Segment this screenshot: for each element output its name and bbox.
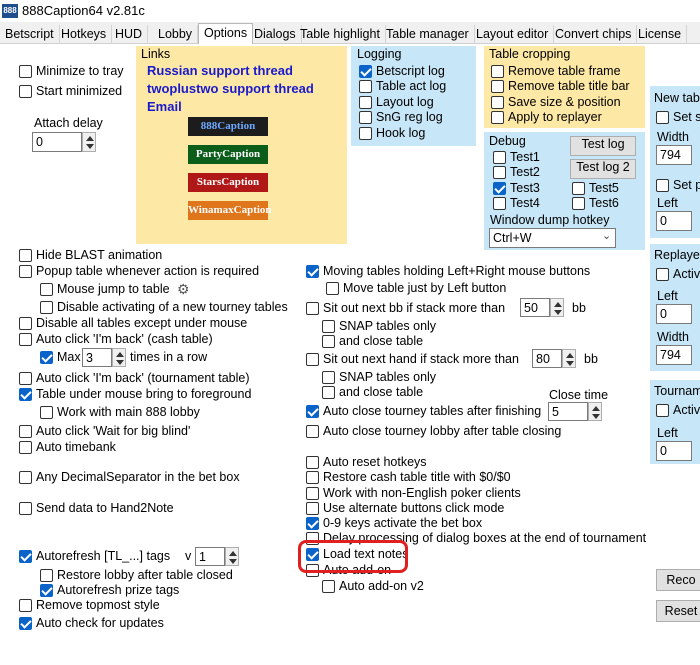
left-input[interactable]: 0 <box>656 211 692 231</box>
sit-out-bb-spinner[interactable] <box>550 298 564 317</box>
tab-convert-chips[interactable]: Convert chips <box>550 25 638 44</box>
replayer-left-label: Left <box>657 289 678 303</box>
attach-delay-spinner[interactable] <box>82 132 96 152</box>
attach-delay-input[interactable]: 0 <box>32 132 82 152</box>
russian-support-link[interactable]: Russian support thread <box>147 63 293 78</box>
twoplustwo-support-link[interactable]: twoplustwo support thread <box>147 81 314 96</box>
tournament-header: Tournam <box>654 384 700 398</box>
tab-table-highlight[interactable]: Table highlight <box>295 25 386 44</box>
bb-unit-label: bb <box>572 301 586 315</box>
tab-license[interactable]: License <box>633 25 688 44</box>
replayer-left-input[interactable]: 0 <box>656 304 692 324</box>
888caption-banner[interactable]: 888Caption <box>188 117 268 136</box>
tab-table-manager[interactable]: Table manager <box>381 25 475 44</box>
new-table-header: New tabl <box>654 91 700 105</box>
winamaxcaption-banner[interactable]: WinamaxCaption <box>188 201 272 220</box>
highlight-annotation <box>298 540 408 573</box>
title-bar: 888 888Caption64 v2.81c <box>0 0 700 22</box>
close-time-label: Close time <box>549 388 609 402</box>
replayer-header: Replayer <box>654 248 700 262</box>
tab-dialogs[interactable]: Dialogs <box>249 25 302 44</box>
tab-hotkeys[interactable]: Hotkeys <box>56 25 113 44</box>
left-label: Left <box>657 196 678 210</box>
times-in-row-label: times in a row <box>130 350 208 364</box>
tab-hud[interactable]: HUD <box>110 25 149 44</box>
width-input[interactable]: 794 <box>656 145 692 165</box>
chevron-down-icon[interactable]: ⌄ <box>602 229 611 242</box>
tags-version-spinner[interactable] <box>225 547 239 566</box>
sit-out-bb-input[interactable]: 50 <box>520 298 550 317</box>
sit-out-hand-spinner[interactable] <box>562 349 576 368</box>
version-label: v <box>185 549 192 563</box>
tab-lobby[interactable]: Lobby <box>153 25 199 44</box>
close-time-spinner[interactable] <box>588 402 602 421</box>
replayer-width-label: Width <box>657 330 689 344</box>
window-dump-hotkey-label: Window dump hotkey <box>490 213 610 227</box>
tournament-left-input[interactable]: 0 <box>656 441 692 461</box>
table-cropping-header: Table cropping <box>489 47 571 61</box>
close-time-input[interactable]: 5 <box>548 402 588 421</box>
bb-unit-label-2: bb <box>584 352 598 366</box>
email-link[interactable]: Email <box>147 99 182 114</box>
attach-delay-label: Attach delay <box>34 116 103 130</box>
sit-out-hand-input[interactable]: 80 <box>532 349 562 368</box>
tab-betscript[interactable]: Betscript <box>0 25 60 44</box>
tournament-left-label: Left <box>657 426 678 440</box>
reset-button[interactable]: Reset <box>656 600 700 622</box>
tab-layout-editor[interactable]: Layout editor <box>471 25 555 44</box>
record-button[interactable]: Reco <box>656 569 700 591</box>
replayer-width-input[interactable]: 794 <box>656 345 692 365</box>
tab-options[interactable]: Options <box>198 23 254 45</box>
test-log-button[interactable]: Test log <box>570 136 636 156</box>
window-dump-hotkey-select[interactable]: Ctrl+W <box>489 228 616 248</box>
app-logo-icon: 888 <box>2 4 18 18</box>
partycaption-banner[interactable]: PartyCaption <box>188 145 268 164</box>
gear-icon[interactable]: ⚙ <box>177 281 190 298</box>
links-header: Links <box>141 47 171 61</box>
tags-version-input[interactable]: 1 <box>195 547 225 566</box>
debug-header: Debug <box>489 134 526 148</box>
logging-header: Logging <box>357 47 402 61</box>
window-title: 888Caption64 v2.81c <box>22 3 145 18</box>
test-log-2-button[interactable]: Test log 2 <box>570 159 636 179</box>
max-times-spinner[interactable] <box>112 348 126 367</box>
width-label: Width <box>657 130 689 144</box>
starscaption-banner[interactable]: StarsCaption <box>188 173 268 192</box>
max-times-input[interactable]: 3 <box>82 348 112 367</box>
